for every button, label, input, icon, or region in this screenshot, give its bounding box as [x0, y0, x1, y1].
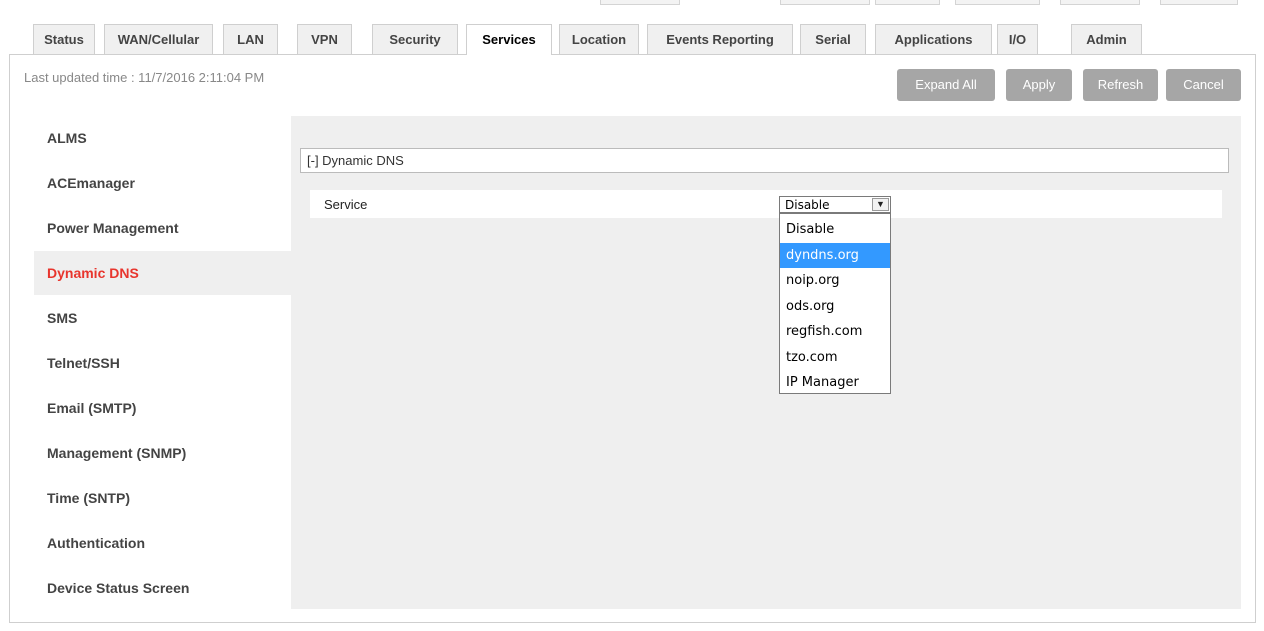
- sidebar-item-acemanager[interactable]: ACEmanager: [34, 161, 291, 205]
- apply-button[interactable]: Apply: [1006, 69, 1072, 101]
- tab-events-reporting[interactable]: Events Reporting: [647, 24, 793, 54]
- sidebar-item-management-snmp[interactable]: Management (SNMP): [34, 431, 291, 475]
- tab-io[interactable]: I/O: [997, 24, 1038, 54]
- sidebar-item-sms[interactable]: SMS: [34, 296, 291, 340]
- option-disable[interactable]: Disable: [780, 217, 890, 243]
- option-regfish-com[interactable]: regfish.com: [780, 319, 890, 345]
- sidebar-item-device-status-screen[interactable]: Device Status Screen: [34, 566, 291, 610]
- sidebar-item-dynamic-dns[interactable]: Dynamic DNS: [34, 251, 291, 295]
- option-tzo-com[interactable]: tzo.com: [780, 345, 890, 371]
- tab-applications[interactable]: Applications: [875, 24, 992, 54]
- tab-lan[interactable]: LAN: [223, 24, 278, 54]
- upper-tab-strip: [600, 0, 1240, 6]
- option-dyndns-org[interactable]: dyndns.org: [780, 242, 890, 268]
- chevron-down-icon[interactable]: ▼: [872, 198, 889, 211]
- service-dropdown-list: Disable dyndns.org noip.org ods.org regf…: [779, 213, 891, 394]
- sidebar-item-authentication[interactable]: Authentication: [34, 521, 291, 565]
- service-select-value: Disable: [785, 198, 830, 212]
- sidebar-item-alms[interactable]: ALMS: [34, 116, 291, 160]
- sidebar-item-power-management[interactable]: Power Management: [34, 206, 291, 250]
- tab-wan-cellular[interactable]: WAN/Cellular: [104, 24, 213, 54]
- sidebar-item-time-sntp[interactable]: Time (SNTP): [34, 476, 291, 520]
- tab-location[interactable]: Location: [559, 24, 639, 54]
- tab-serial[interactable]: Serial: [800, 24, 866, 54]
- expand-all-button[interactable]: Expand All: [897, 69, 995, 101]
- tab-vpn[interactable]: VPN: [297, 24, 352, 54]
- tab-security[interactable]: Security: [372, 24, 458, 54]
- option-ip-manager[interactable]: IP Manager: [780, 370, 890, 396]
- sidebar-item-email-smtp[interactable]: Email (SMTP): [34, 386, 291, 430]
- service-row: Service: [310, 190, 1222, 218]
- service-label: Service: [324, 197, 368, 212]
- service-select[interactable]: Disable ▼: [779, 196, 891, 213]
- last-updated-text: Last updated time : 11/7/2016 2:11:04 PM: [24, 70, 265, 85]
- option-noip-org[interactable]: noip.org: [780, 268, 890, 294]
- refresh-button[interactable]: Refresh: [1083, 69, 1158, 101]
- dynamic-dns-section-header[interactable]: [-] Dynamic DNS: [300, 148, 1229, 173]
- sidebar-item-telnet-ssh[interactable]: Telnet/SSH: [34, 341, 291, 385]
- tab-services[interactable]: Services: [466, 24, 552, 55]
- tab-admin[interactable]: Admin: [1071, 24, 1142, 54]
- option-ods-org[interactable]: ods.org: [780, 294, 890, 320]
- cancel-button[interactable]: Cancel: [1166, 69, 1241, 101]
- tab-status[interactable]: Status: [33, 24, 95, 54]
